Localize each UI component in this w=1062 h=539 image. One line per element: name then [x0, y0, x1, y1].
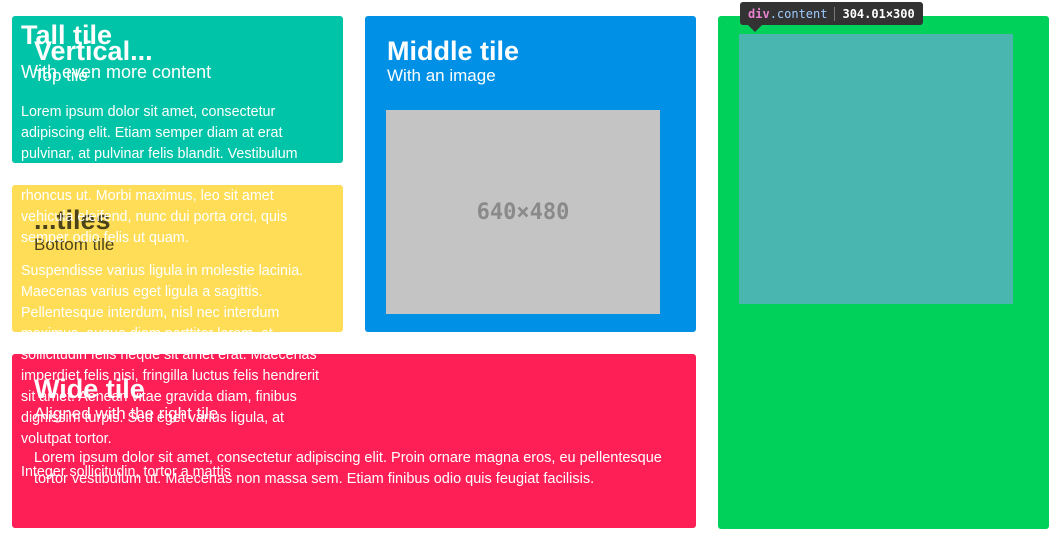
tile-title: Middle tile	[387, 36, 520, 66]
devtools-dimensions: 304.01×300	[842, 6, 915, 21]
tile-subtitle: With even more content	[21, 62, 212, 82]
devtools-separator	[834, 6, 836, 21]
tile-subtitle: With an image	[387, 66, 496, 85]
devtools-tag-name: div	[748, 6, 770, 21]
tile-paragraph: Lorem ipsum dolor sit amet, consectetur …	[21, 104, 308, 246]
image-size-label: 640×480	[476, 199, 570, 225]
tile-paragraph: Integer sollicitudin, tortor a mattis	[21, 464, 231, 480]
devtools-class-name: .content	[769, 6, 828, 21]
tall-tile-content: Tall tile With even more content Lorem i…	[21, 20, 325, 483]
devtools-tooltip-arrow	[748, 25, 762, 32]
tile-title: Tall tile	[21, 20, 113, 50]
tile-middle: Middle tile With an image 640×480	[365, 16, 696, 332]
devtools-element-highlight	[739, 34, 1013, 304]
page-background-strip	[718, 529, 1049, 539]
placeholder-image: 640×480	[386, 110, 660, 314]
tile-paragraph: Suspendisse varius ligula in molestie la…	[21, 263, 319, 447]
devtools-element-tooltip: div .content 304.01×300	[740, 2, 923, 25]
